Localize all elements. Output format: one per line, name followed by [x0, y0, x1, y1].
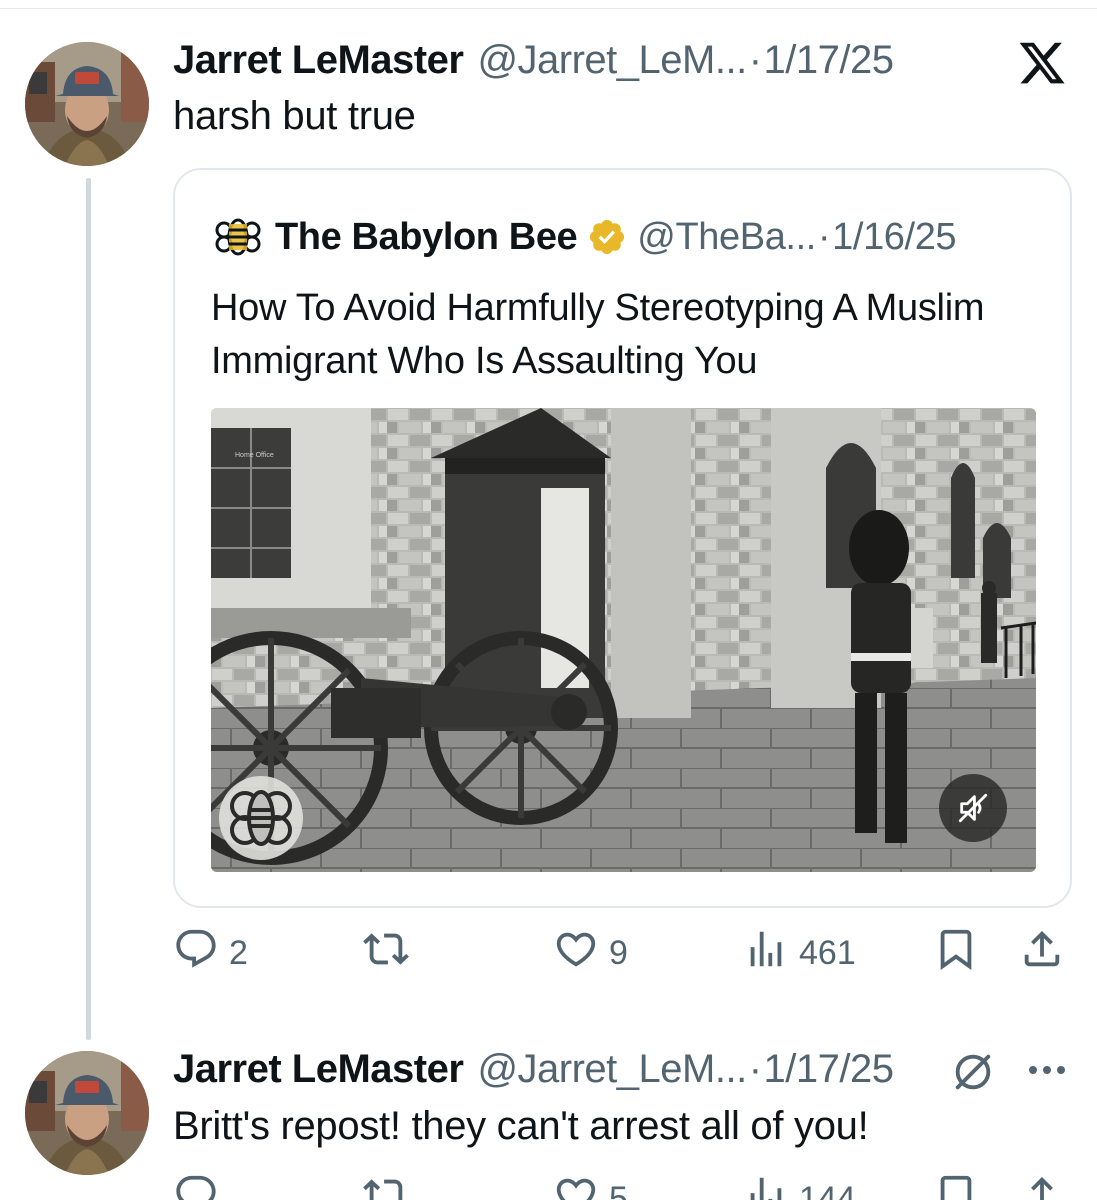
- user-handle[interactable]: @Jarret_LeM...: [477, 1047, 747, 1092]
- quote-video[interactable]: Home Office: [211, 408, 1036, 872]
- tweet-header: Jarret LeMaster @Jarret_LeM... · 1/17/25: [173, 38, 894, 83]
- display-name[interactable]: Jarret LeMaster: [173, 38, 464, 83]
- bookmark-icon: [933, 1172, 979, 1200]
- views-count: 144: [799, 1180, 856, 1200]
- quoted-tweet-card[interactable]: The Babylon Bee @TheBa... · 1/16/25 How …: [173, 168, 1072, 908]
- tweet-date[interactable]: 1/17/25: [764, 1047, 894, 1092]
- reply-icon: [173, 926, 219, 981]
- like-count: 9: [609, 934, 628, 972]
- reply-icon: [173, 1172, 219, 1200]
- top-divider: [0, 8, 1097, 9]
- bookmark-icon: [933, 926, 979, 981]
- views-icon: [743, 926, 789, 981]
- share-icon: [1019, 1172, 1065, 1200]
- tweet-header: Jarret LeMaster @Jarret_LeM... · 1/17/25: [173, 1047, 894, 1092]
- more-icon[interactable]: [1027, 1058, 1067, 1082]
- like-button[interactable]: 5: [553, 1172, 628, 1200]
- repost-icon: [363, 926, 409, 981]
- tweet-actions-bar: 2 9 461: [173, 926, 1073, 986]
- user-handle[interactable]: @Jarret_LeM...: [477, 38, 747, 83]
- quote-display-name[interactable]: The Babylon Bee: [275, 216, 578, 259]
- bookmark-button[interactable]: [933, 926, 979, 981]
- avatar[interactable]: [25, 1051, 149, 1175]
- tweet-text: harsh but true: [173, 94, 416, 138]
- bee-logo-icon: [215, 214, 261, 260]
- reply-button[interactable]: [173, 1172, 229, 1200]
- thread-connector-line: [86, 178, 91, 1040]
- tweet-date[interactable]: 1/17/25: [764, 38, 894, 83]
- notifications-off-icon[interactable]: [950, 1049, 996, 1095]
- video-watermark-bee-icon: [217, 774, 305, 862]
- like-icon: [553, 1172, 599, 1200]
- reply-button[interactable]: 2: [173, 926, 248, 981]
- separator-dot: ·: [748, 38, 762, 82]
- share-button[interactable]: [1019, 1172, 1065, 1200]
- like-count: 5: [609, 1180, 628, 1200]
- quote-header: The Babylon Bee @TheBa... · 1/16/25: [215, 214, 957, 260]
- repost-button[interactable]: [363, 1172, 419, 1200]
- verified-badge-icon: [587, 217, 627, 257]
- like-button[interactable]: 9: [553, 926, 628, 981]
- display-name[interactable]: Jarret LeMaster: [173, 1047, 464, 1092]
- tweet-actions-bar: 5 144: [173, 1172, 1073, 1200]
- share-button[interactable]: [1019, 926, 1065, 981]
- home-office-sign: Home Office: [235, 452, 274, 459]
- views-button[interactable]: 144: [743, 1172, 856, 1200]
- mute-icon[interactable]: [939, 774, 1007, 842]
- repost-icon: [363, 1172, 409, 1200]
- like-icon: [553, 926, 599, 981]
- views-icon: [743, 1172, 789, 1200]
- views-count: 461: [799, 934, 856, 972]
- bookmark-button[interactable]: [933, 1172, 979, 1200]
- quote-text: How To Avoid Harmfully Stereotyping A Mu…: [211, 287, 985, 382]
- x-logo-icon: [1017, 38, 1067, 88]
- separator-dot: ·: [748, 1047, 762, 1091]
- avatar[interactable]: [25, 42, 149, 166]
- quote-date[interactable]: 1/16/25: [832, 216, 956, 259]
- reply-count: 2: [229, 934, 248, 972]
- share-icon: [1019, 926, 1065, 981]
- repost-button[interactable]: [363, 926, 419, 981]
- quote-handle[interactable]: @TheBa...: [637, 216, 816, 259]
- tweet-text: Britt's repost! they can't arrest all of…: [173, 1104, 869, 1148]
- separator-dot: ·: [817, 215, 831, 258]
- views-button[interactable]: 461: [743, 926, 856, 981]
